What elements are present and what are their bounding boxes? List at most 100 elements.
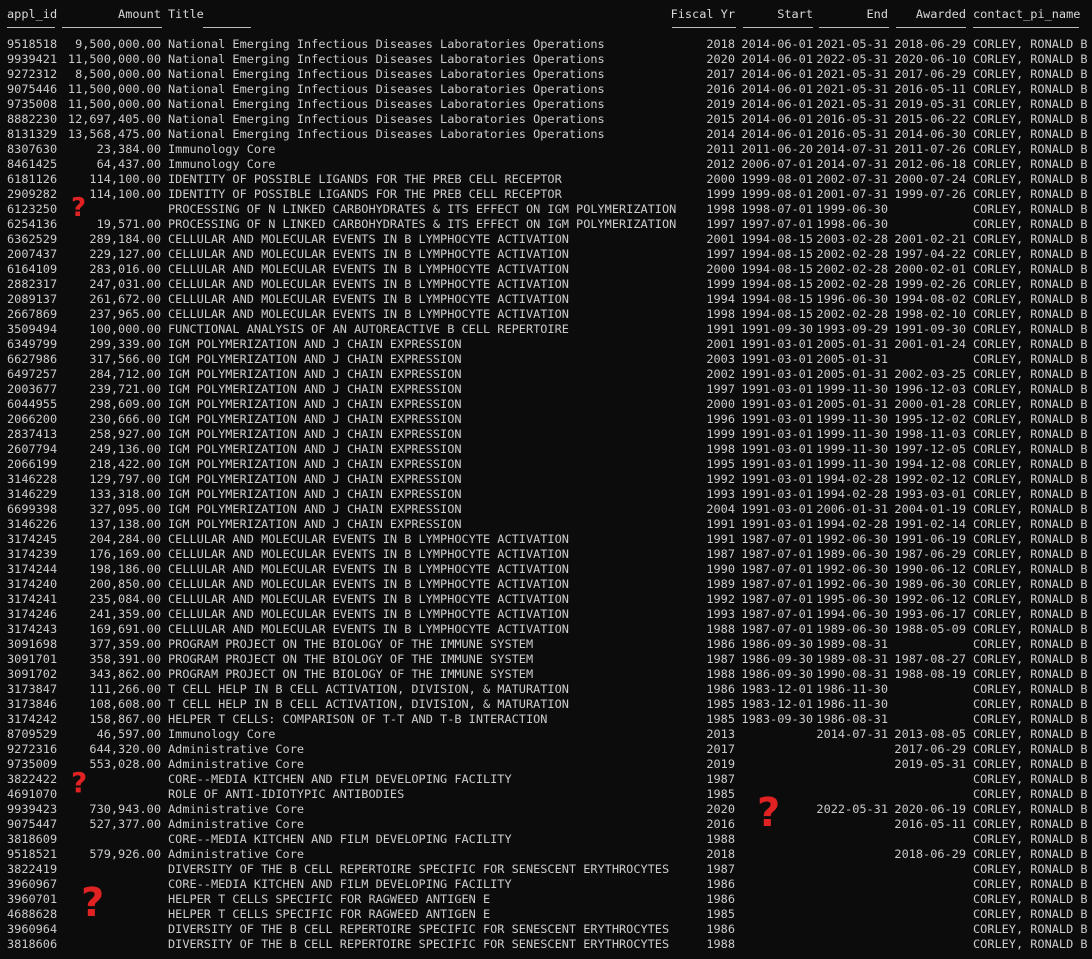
cell-contact-pi-name: CORLEY, RONALD B <box>973 427 1088 441</box>
cell-contact-pi-name: CORLEY, RONALD B <box>973 502 1088 516</box>
cell-title: CELLULAR AND MOLECULAR EVENTS IN B LYMPH… <box>168 562 569 576</box>
cell-appl-id: 3174245 <box>7 532 58 546</box>
cell-amount: 23,384.00 <box>96 142 161 156</box>
cell-start: 2014-06-01 <box>741 97 813 111</box>
cell-end: 2022-05-31 <box>816 52 888 66</box>
cell-amount: 730,943.00 <box>89 802 161 816</box>
cell-amount: 12,697,405.00 <box>67 112 161 126</box>
cell-end: 1999-11-30 <box>816 412 888 426</box>
cell-amount: 176,169.00 <box>89 547 161 561</box>
cell-fiscal-yr: 1988 <box>706 622 735 636</box>
cell-title: National Emerging Infectious Diseases La… <box>168 127 605 141</box>
terminal-output: appl_id Amount Title Fiscal Yr Start End… <box>0 0 1092 959</box>
cell-contact-pi-name: CORLEY, RONALD B <box>973 52 1088 66</box>
cell-end: 1996-06-30 <box>816 292 888 306</box>
cell-title: IGM POLYMERIZATION AND J CHAIN EXPRESSIO… <box>168 382 462 396</box>
cell-fiscal-yr: 2016 <box>706 817 735 831</box>
table-row: 3822419 DIVERSITY OF THE B CELL REPERTOIR… <box>0 862 1092 877</box>
cell-amount: 358,391.00 <box>89 652 161 666</box>
cell-contact-pi-name: CORLEY, RONALD B <box>973 607 1088 621</box>
cell-contact-pi-name: CORLEY, RONALD B <box>973 562 1088 576</box>
cell-appl-id: 6044955 <box>7 397 58 411</box>
cell-contact-pi-name: CORLEY, RONALD B <box>973 787 1088 801</box>
cell-start: 1991-03-01 <box>741 412 813 426</box>
cell-title: FUNCTIONAL ANALYSIS OF AN AUTOREACTIVE B… <box>168 322 569 336</box>
cell-title: ROLE OF ANTI-IDIOTYPIC ANTIBODIES <box>168 787 405 801</box>
header-underline <box>7 27 55 28</box>
cell-appl-id: 4691070 <box>7 787 58 801</box>
cell-appl-id: 8307630 <box>7 142 58 156</box>
cell-start: 1991-03-01 <box>741 382 813 396</box>
cell-contact-pi-name: CORLEY, RONALD B <box>973 322 1088 336</box>
table-row: 6044955 298,609.00 IGM POLYMERIZATION AND … <box>0 397 1092 412</box>
cell-contact-pi-name: CORLEY, RONALD B <box>973 667 1088 681</box>
cell-contact-pi-name: CORLEY, RONALD B <box>973 832 1088 846</box>
cell-amount: 9,500,000.00 <box>75 37 161 51</box>
cell-end: 2021-05-31 <box>816 67 888 81</box>
table-row: 3091701 358,391.00 PROGRAM PROJECT ON THE … <box>0 652 1092 667</box>
cell-amount: 317,566.00 <box>89 352 161 366</box>
cell-awarded: 1997-12-05 <box>894 442 966 456</box>
header-underline <box>62 27 162 28</box>
cell-awarded: 1992-06-12 <box>894 592 966 606</box>
cell-amount: 133,318.00 <box>89 487 161 501</box>
table-row: 3174242 158,867.00 HELPER T CELLS: COMPARI… <box>0 712 1092 727</box>
table-row: 9735009 553,028.00 Administrative Core 2019… <box>0 757 1092 772</box>
cell-appl-id: 9075446 <box>7 82 58 96</box>
cell-fiscal-yr: 1992 <box>706 592 735 606</box>
cell-appl-id: 3174242 <box>7 712 58 726</box>
cell-contact-pi-name: CORLEY, RONALD B <box>973 712 1088 726</box>
cell-start: 1991-03-01 <box>741 487 813 501</box>
cell-title: PROCESSING OF N LINKED CARBOHYDRATES & I… <box>168 217 677 231</box>
cell-title: National Emerging Infectious Diseases La… <box>168 52 605 66</box>
cell-amount: 343,862.00 <box>89 667 161 681</box>
cell-amount: 200,850.00 <box>89 577 161 591</box>
table-row: 6181126 114,100.00 IDENTITY OF POSSIBLE LI… <box>0 172 1092 187</box>
cell-awarded: 1999-07-26 <box>894 187 966 201</box>
table-row: 3509494 100,000.00 FUNCTIONAL ANALYSIS OF … <box>0 322 1092 337</box>
cell-contact-pi-name: CORLEY, RONALD B <box>973 247 1088 261</box>
cell-appl-id: 9735009 <box>7 757 58 771</box>
cell-contact-pi-name: CORLEY, RONALD B <box>973 112 1088 126</box>
cell-amount: 158,867.00 <box>89 712 161 726</box>
header-underline <box>896 27 966 28</box>
cell-end: 1992-06-30 <box>816 577 888 591</box>
cell-contact-pi-name: CORLEY, RONALD B <box>973 232 1088 246</box>
cell-end: 2003-02-28 <box>816 232 888 246</box>
cell-end: 1994-02-28 <box>816 472 888 486</box>
cell-title: National Emerging Infectious Diseases La… <box>168 37 605 51</box>
cell-end: 1994-02-28 <box>816 517 888 531</box>
cell-end: 1986-08-31 <box>816 712 888 726</box>
cell-amount: 13,568,475.00 <box>67 127 161 141</box>
cell-appl-id: 2066199 <box>7 457 58 471</box>
cell-appl-id: 3091702 <box>7 667 58 681</box>
table-row: 4691070 ROLE OF ANTI-IDIOTYPIC ANTIBODIES… <box>0 787 1092 802</box>
cell-end: 2005-01-31 <box>816 337 888 351</box>
cell-appl-id: 3146229 <box>7 487 58 501</box>
cell-title: IGM POLYMERIZATION AND J CHAIN EXPRESSIO… <box>168 502 462 516</box>
cell-fiscal-yr: 2020 <box>706 802 735 816</box>
cell-fiscal-yr: 1986 <box>706 682 735 696</box>
cell-contact-pi-name: CORLEY, RONALD B <box>973 847 1088 861</box>
cell-fiscal-yr: 1988 <box>706 937 735 951</box>
cell-contact-pi-name: CORLEY, RONALD B <box>973 202 1088 216</box>
cell-appl-id: 3174243 <box>7 622 58 636</box>
cell-amount: 235,084.00 <box>89 592 161 606</box>
cell-title: CELLULAR AND MOLECULAR EVENTS IN B LYMPH… <box>168 622 569 636</box>
cell-end: 1995-06-30 <box>816 592 888 606</box>
cell-start: 1991-03-01 <box>741 517 813 531</box>
table-row: 3146229 133,318.00 IGM POLYMERIZATION AND … <box>0 487 1092 502</box>
table-row: 3960701 HELPER T CELLS SPECIFIC FOR RAGWE… <box>0 892 1092 907</box>
cell-appl-id: 2667869 <box>7 307 58 321</box>
cell-title: IGM POLYMERIZATION AND J CHAIN EXPRESSIO… <box>168 412 462 426</box>
cell-start: 1991-03-01 <box>741 472 813 486</box>
cell-end: 2014-07-31 <box>816 727 888 741</box>
cell-start: 2011-06-20 <box>741 142 813 156</box>
cell-awarded: 2000-02-01 <box>894 262 966 276</box>
cell-title: CELLULAR AND MOLECULAR EVENTS IN B LYMPH… <box>168 232 569 246</box>
cell-amount: 137,138.00 <box>89 517 161 531</box>
cell-fiscal-yr: 1986 <box>706 877 735 891</box>
cell-title: CELLULAR AND MOLECULAR EVENTS IN B LYMPH… <box>168 292 569 306</box>
cell-appl-id: 9939421 <box>7 52 58 66</box>
cell-end: 1986-11-30 <box>816 697 888 711</box>
